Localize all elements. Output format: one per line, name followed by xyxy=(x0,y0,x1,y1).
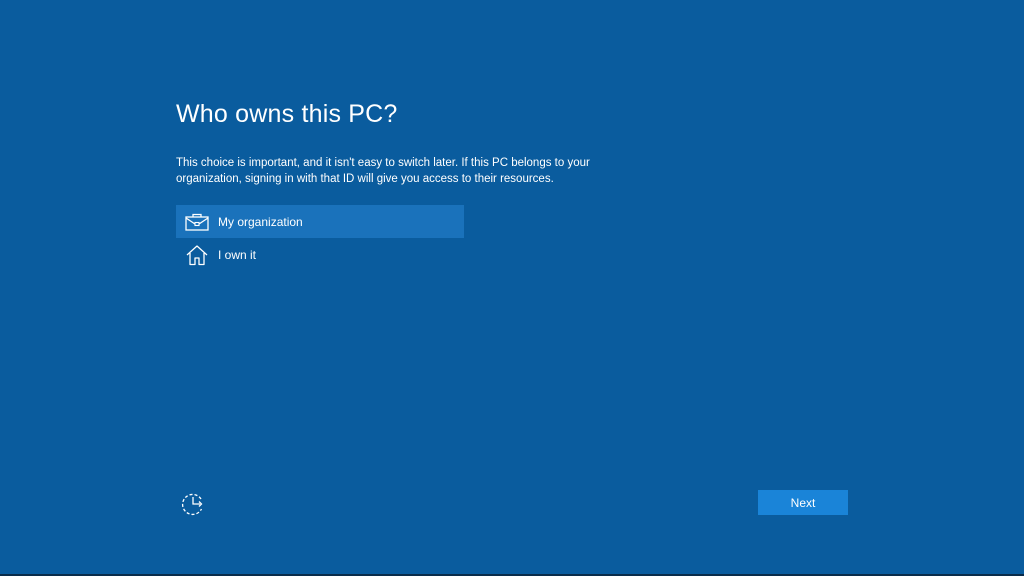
option-label: My organization xyxy=(218,214,303,229)
home-icon xyxy=(185,244,209,266)
option-i-own-it[interactable]: I own it xyxy=(176,238,464,271)
option-label: I own it xyxy=(218,247,257,262)
next-button[interactable]: Next xyxy=(758,490,848,515)
oobe-screen: Who owns this PC? This choice is importa… xyxy=(0,0,1024,576)
page-title: Who owns this PC? xyxy=(176,100,398,128)
page-description: This choice is important, and it isn't e… xyxy=(176,157,590,185)
ownership-options: My organization I own it xyxy=(176,205,464,271)
option-my-organization[interactable]: My organization xyxy=(176,205,464,238)
briefcase-icon xyxy=(185,211,209,233)
clock-arrow-icon[interactable] xyxy=(180,490,208,518)
